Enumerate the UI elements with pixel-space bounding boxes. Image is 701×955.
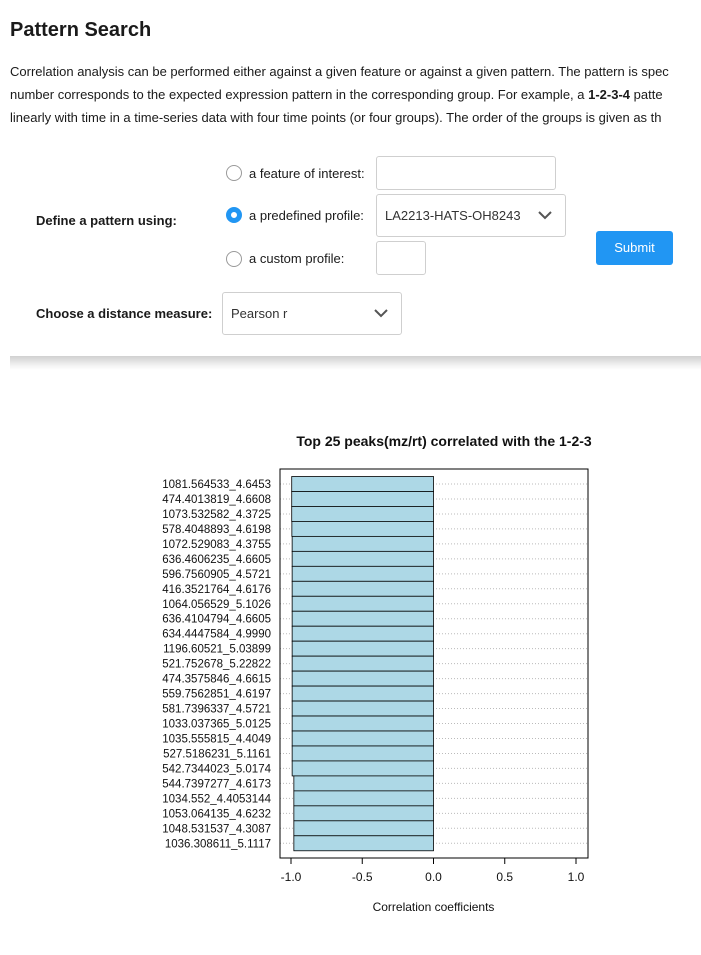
chart-bar — [291, 640, 434, 657]
chart-category-label: 1053.064135_4.6232 — [162, 808, 271, 820]
chart-category-label: 1036.308611_5.1117 — [165, 838, 271, 850]
predefined-profile-value: LA2213-HATS-OH8243 — [385, 208, 521, 223]
chart-category-label: 474.4013819_4.6608 — [162, 494, 271, 506]
feature-input[interactable] — [376, 156, 556, 190]
chart-bar — [291, 625, 434, 642]
chart-category-label: 1081.564533_4.6453 — [162, 479, 271, 491]
chart-category-label: 636.4104794_4.6605 — [162, 614, 271, 626]
intro-paragraph: Correlation analysis can be performed ei… — [10, 60, 701, 129]
chart-category-label: 1035.555815_4.4049 — [162, 733, 271, 745]
chart-category-label: 1033.037365_5.0125 — [162, 719, 271, 731]
chart-title: Top 25 peaks(mz/rt) correlated with the … — [296, 433, 592, 449]
chart-x-tick-label: -1.0 — [281, 870, 302, 884]
chart-x-tick-label: 1.0 — [568, 870, 585, 884]
chart-category-label: 544.7397277_4.6173 — [162, 778, 271, 790]
chart-category-label: 1073.532582_4.3725 — [162, 509, 271, 521]
chart-category-label: 596.7560905_4.5721 — [162, 569, 271, 581]
chart-category-label: 581.7396337_4.5721 — [162, 704, 271, 716]
chart-bar — [291, 760, 434, 777]
chart-bar — [293, 820, 434, 837]
custom-profile-input[interactable] — [376, 241, 426, 275]
intro-line-1: Correlation analysis can be performed ei… — [10, 60, 701, 83]
radio-predefined-label: a predefined profile: — [249, 208, 364, 223]
radio-custom-profile[interactable] — [226, 251, 242, 267]
chart-category-label: 1034.552_4.4053144 — [162, 793, 271, 805]
chart-bar — [291, 476, 434, 492]
chart-x-axis-label: Correlation coefficients — [373, 900, 495, 914]
define-pattern-label: Define a pattern using: — [36, 213, 177, 228]
chart-category-label: 416.3521764_4.6176 — [162, 584, 271, 596]
chart-bar — [291, 655, 434, 672]
chart-category-label: 636.4606235_4.6605 — [162, 554, 271, 566]
intro-line-3-segment: linearly with time in a time-series data… — [10, 110, 662, 125]
chart-category-label: 1048.531537_4.3087 — [162, 823, 271, 835]
correlation-chart: Top 25 peaks(mz/rt) correlated with the … — [162, 433, 592, 914]
chevron-down-icon — [374, 308, 388, 317]
chart-x-tick-label: 0.0 — [425, 870, 442, 884]
chart-category-label: 1196.60521_5.03899 — [163, 644, 271, 656]
chart-category-label: 527.5186231_5.1161 — [163, 748, 271, 760]
chart-category-label: 1072.529083_4.3755 — [162, 539, 271, 551]
page-title: Pattern Search — [10, 19, 152, 41]
chart-bar — [291, 670, 434, 687]
chart-bar — [291, 745, 434, 762]
chart-bar — [291, 506, 434, 522]
intro-line-3: linearly with time in a time-series data… — [10, 106, 701, 129]
chart-bar — [291, 580, 434, 597]
chart-bar — [293, 790, 434, 807]
chart-category-label: 521.752678_5.22822 — [162, 659, 271, 671]
chart-category-label: 1064.056529_5.1026 — [162, 599, 271, 611]
section-divider — [10, 356, 701, 370]
chart-bar — [293, 775, 434, 792]
distance-measure-value: Pearson r — [231, 306, 288, 321]
intro-line-1-segment: Correlation analysis can be performed ei… — [10, 64, 669, 79]
chart-bar — [291, 521, 434, 537]
chart-bar — [291, 685, 434, 702]
chart-x-tick-label: -0.5 — [352, 870, 373, 884]
chart-bar — [291, 535, 434, 552]
chart-bar — [291, 730, 434, 747]
distance-measure-label: Choose a distance measure: — [36, 306, 213, 321]
chart-bar — [293, 805, 434, 822]
radio-feature-of-interest[interactable] — [226, 165, 242, 181]
chart-bar — [291, 550, 434, 567]
chart-bar — [291, 700, 434, 717]
chart-category-label: 578.4048893_4.6198 — [162, 524, 271, 536]
submit-button[interactable]: Submit — [596, 231, 673, 265]
chart-category-label: 542.7344023_5.0174 — [162, 763, 271, 775]
distance-measure-select[interactable]: Pearson r — [222, 292, 402, 335]
radio-predefined-profile[interactable] — [226, 207, 242, 223]
radio-custom-label: a custom profile: — [249, 251, 345, 266]
intro-line-2-segment: number corresponds to the expected expre… — [10, 87, 589, 102]
chart-bar — [291, 715, 434, 732]
chart-bar — [291, 565, 434, 582]
predefined-profile-select[interactable]: LA2213-HATS-OH8243 — [376, 194, 566, 237]
intro-line-2-segment: 1-2-3-4 — [588, 87, 631, 102]
intro-line-2: number corresponds to the expected expre… — [10, 83, 701, 106]
chart-category-label: 559.7562851_4.6197 — [162, 689, 271, 701]
chevron-down-icon — [538, 210, 552, 219]
chart-bar — [293, 835, 434, 852]
chart-x-tick-label: 0.5 — [496, 870, 513, 884]
chart-bar — [291, 595, 434, 612]
chart-bar — [291, 610, 434, 627]
chart-category-label: 634.4447584_4.9990 — [162, 629, 271, 641]
chart-category-label: 474.3575846_4.6615 — [162, 674, 271, 686]
chart-bar — [291, 491, 434, 507]
intro-line-2-segment: patte — [630, 87, 663, 102]
radio-feature-label: a feature of interest: — [249, 166, 365, 181]
